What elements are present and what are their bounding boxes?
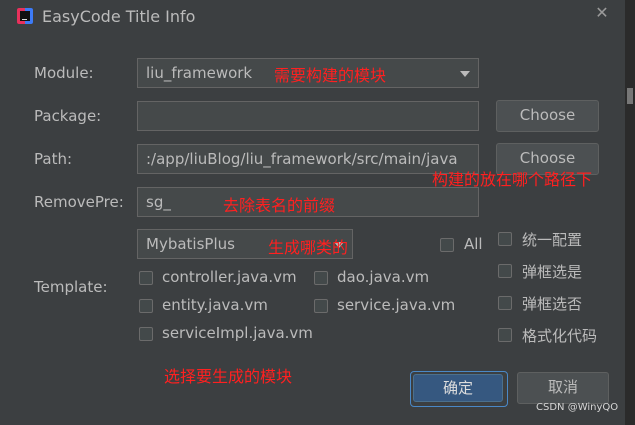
background-window-edge bbox=[625, 0, 635, 425]
app-icon bbox=[17, 8, 33, 24]
path-choose-label: Choose bbox=[519, 149, 576, 167]
template-label-dao: dao.java.vm bbox=[337, 268, 430, 286]
module-label: Module: bbox=[34, 64, 94, 82]
window-title: EasyCode Title Info bbox=[42, 7, 196, 26]
module-value: liu_framework bbox=[146, 64, 253, 82]
template-value: MybatisPlus bbox=[146, 235, 235, 253]
template-label: Template: bbox=[34, 278, 108, 296]
ok-button-label: 确定 bbox=[442, 379, 473, 397]
removepre-label: RemovePre: bbox=[34, 193, 124, 211]
annotation-template: 生成哪类的 bbox=[268, 238, 349, 257]
chevron-down-icon bbox=[460, 71, 470, 77]
annotation-module: 需要构建的模块 bbox=[274, 66, 387, 85]
easycode-dialog: EasyCode Title Info ✕ Module: liu_framew… bbox=[0, 0, 625, 425]
ok-button[interactable]: 确定 bbox=[413, 374, 503, 402]
annotation-removepre: 去除表名的前缀 bbox=[223, 196, 336, 215]
template-checkbox-entity[interactable] bbox=[139, 299, 153, 313]
annotation-path: 构建的放在哪个路径下 bbox=[432, 170, 593, 189]
option-checkbox-unified-config[interactable] bbox=[498, 232, 512, 246]
watermark: CSDN @WinyQO bbox=[536, 402, 619, 413]
path-input[interactable]: :/app/liuBlog/liu_framework/src/main/jav… bbox=[137, 144, 479, 174]
option-label-unified-config: 统一配置 bbox=[522, 231, 583, 249]
package-input[interactable] bbox=[137, 101, 479, 131]
template-label-entity: entity.java.vm bbox=[162, 296, 268, 314]
template-checkbox-controller[interactable] bbox=[139, 271, 153, 285]
template-label-service: service.java.vm bbox=[337, 296, 456, 314]
cancel-button[interactable]: 取消 bbox=[517, 372, 609, 404]
path-label: Path: bbox=[34, 150, 73, 168]
package-label: Package: bbox=[34, 107, 102, 125]
template-checkbox-serviceimpl[interactable] bbox=[139, 327, 153, 341]
option-checkbox-popup-yes[interactable] bbox=[498, 264, 512, 278]
template-label-controller: controller.java.vm bbox=[162, 268, 297, 286]
template-checkbox-service[interactable] bbox=[314, 299, 328, 313]
annotation-modules: 选择要生成的模块 bbox=[164, 367, 293, 386]
cancel-button-label: 取消 bbox=[547, 378, 578, 396]
option-checkbox-popup-no[interactable] bbox=[498, 296, 512, 310]
option-label-format-code: 格式化代码 bbox=[522, 327, 598, 345]
option-label-popup-no: 弹框选否 bbox=[522, 295, 583, 313]
template-checkbox-dao[interactable] bbox=[314, 271, 328, 285]
option-label-popup-yes: 弹框选是 bbox=[522, 263, 583, 281]
close-icon[interactable]: ✕ bbox=[592, 3, 612, 23]
package-choose-button[interactable]: Choose bbox=[496, 100, 599, 132]
all-checkbox[interactable] bbox=[440, 238, 454, 252]
package-choose-label: Choose bbox=[519, 106, 576, 124]
template-label-serviceimpl: serviceImpl.java.vm bbox=[162, 324, 313, 342]
all-label: All bbox=[464, 235, 483, 253]
option-checkbox-format-code[interactable] bbox=[498, 328, 512, 342]
